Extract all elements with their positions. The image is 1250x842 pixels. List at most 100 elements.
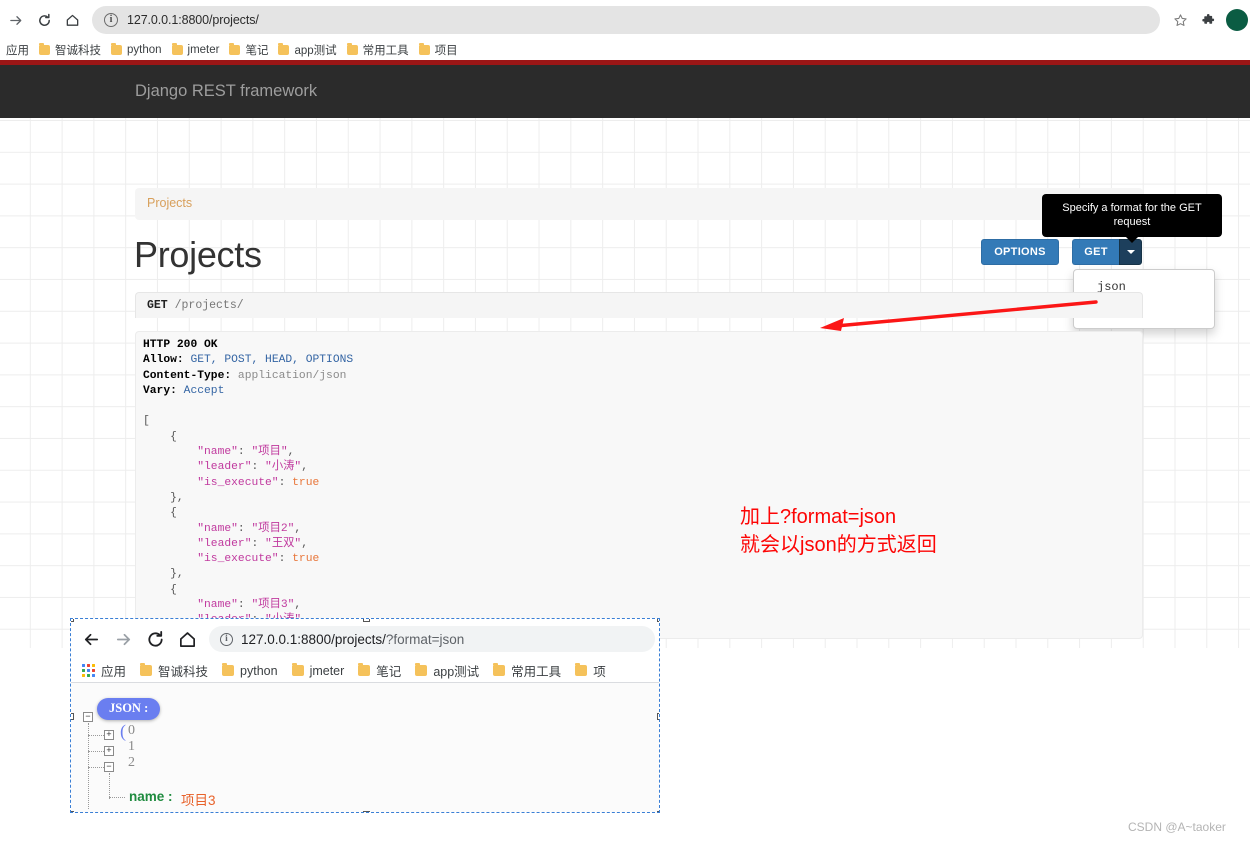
- folder-icon: [229, 43, 241, 55]
- screen-root: i 127.0.0.1:8800/projects/ 应用 智诚科技 pytho…: [0, 0, 1250, 842]
- folder-icon: [575, 663, 588, 676]
- bookmark-item[interactable]: 常用工具: [342, 41, 414, 59]
- bookmark-label: 应用: [101, 665, 127, 679]
- address-bar-url-query: ?format=json: [385, 631, 465, 647]
- bookmark-label: 常用工具: [511, 665, 562, 679]
- json-key-leader: "leader": [197, 461, 252, 474]
- request-line: GET /projects/: [147, 299, 244, 312]
- json-node-index-0: 0: [128, 723, 135, 738]
- tree-guide-line-child: [109, 773, 110, 799]
- folder-icon: [418, 43, 430, 55]
- json-node-index-1: 1: [128, 739, 135, 754]
- address-bar-url: 127.0.0.1:8800/projects/: [127, 13, 259, 27]
- home-icon[interactable]: [58, 6, 86, 34]
- screenshot-bookmarks-bar: 应用 智诚科技 python jmeter 笔记 app测试 常用工具 项: [71, 659, 659, 683]
- tree-branch-2: [88, 767, 104, 768]
- screenshot-address-bar[interactable]: i 127.0.0.1:8800/projects/?format=json: [209, 626, 655, 652]
- embedded-screenshot: i 127.0.0.1:8800/projects/?format=json 应…: [70, 618, 660, 813]
- folder-icon: [140, 663, 153, 676]
- bookmark-label: jmeter: [309, 663, 345, 678]
- resize-handle-ne[interactable]: [657, 619, 659, 622]
- reload-icon[interactable]: [139, 623, 171, 655]
- resize-handle-se[interactable]: [657, 811, 659, 812]
- bookmark-apps[interactable]: 应用: [75, 662, 133, 680]
- address-bar[interactable]: i 127.0.0.1:8800/projects/: [92, 6, 1160, 34]
- options-button[interactable]: OPTIONS: [981, 239, 1059, 265]
- folder-icon: [111, 43, 122, 55]
- resize-handle-n[interactable]: [363, 619, 370, 622]
- site-info-icon[interactable]: i: [104, 13, 118, 27]
- json-root-badge: JSON :: [97, 698, 161, 720]
- bookmark-item[interactable]: 笔记: [351, 662, 408, 680]
- screenshot-browser-toolbar: i 127.0.0.1:8800/projects/?format=json: [71, 619, 659, 659]
- annotation-line-1: 加上?format=json: [740, 506, 897, 528]
- json-node-toggle-2[interactable]: −: [104, 762, 114, 772]
- get-button[interactable]: GET: [1072, 239, 1119, 265]
- bookmarks-bar: 应用 智诚科技 python jmeter 笔记 app测试 常用工具 项目: [0, 40, 1250, 60]
- bookmark-label: 智诚科技: [158, 665, 209, 679]
- folder-icon: [222, 663, 235, 676]
- bookmark-item[interactable]: python: [106, 41, 167, 59]
- resize-handle-s[interactable]: [363, 811, 370, 812]
- header-content-type-value: application/json: [231, 369, 347, 382]
- folder-icon: [278, 43, 290, 55]
- back-arrow-icon[interactable]: [75, 623, 107, 655]
- json-value-is-execute-1: true: [292, 553, 320, 566]
- csdn-watermark: CSDN @A~taoker: [1128, 820, 1226, 834]
- bookmark-star-icon[interactable]: [1168, 8, 1192, 32]
- response-body: HTTP 200 OK Allow: GET, POST, HEAD, OPTI…: [143, 338, 354, 638]
- bookmark-label: 笔记: [376, 665, 402, 679]
- drf-brand-title[interactable]: Django REST framework: [135, 82, 317, 101]
- json-key-is-execute: "is_execute": [197, 476, 279, 489]
- bookmark-item[interactable]: 智诚科技: [133, 662, 215, 680]
- json-node-toggle-1[interactable]: +: [104, 746, 114, 756]
- bookmark-label: app测试: [433, 665, 480, 679]
- extensions-puzzle-icon[interactable]: [1196, 8, 1220, 32]
- folder-icon: [171, 43, 183, 55]
- forward-arrow-icon[interactable]: [2, 6, 30, 34]
- header-content-type-key: Content-Type:: [143, 369, 232, 382]
- breadcrumb-item-projects[interactable]: Projects: [147, 196, 192, 210]
- request-path: /projects/: [167, 299, 244, 312]
- bookmark-item[interactable]: 笔记: [224, 41, 273, 59]
- resize-handle-e[interactable]: [657, 713, 659, 720]
- bookmark-item[interactable]: 智诚科技: [34, 41, 106, 59]
- folder-icon: [358, 663, 371, 676]
- chevron-down-icon: [1126, 250, 1135, 254]
- resize-handle-w[interactable]: [71, 713, 74, 720]
- bookmark-item[interactable]: app测试: [408, 662, 486, 680]
- tree-branch-0: [88, 735, 104, 736]
- json-value-name-2: "项目3": [251, 599, 295, 612]
- reload-icon[interactable]: [30, 6, 58, 34]
- json-open-paren: (: [120, 721, 126, 741]
- address-bar-url-base: 127.0.0.1:8800/projects/: [241, 631, 386, 647]
- format-tooltip: Specify a format for the GET request: [1042, 194, 1222, 243]
- folder-icon: [39, 43, 50, 55]
- bookmark-item[interactable]: python: [215, 662, 285, 680]
- home-icon[interactable]: [171, 623, 203, 655]
- json-value-name-1: "项目2": [251, 522, 295, 535]
- forward-arrow-icon[interactable]: [107, 623, 139, 655]
- header-allow-value: GET, POST, HEAD, OPTIONS: [183, 354, 354, 367]
- json-node-toggle-0[interactable]: +: [104, 730, 114, 740]
- folder-icon: [346, 43, 358, 55]
- bookmark-item[interactable]: app测试: [273, 41, 341, 59]
- apps-grid-icon: [82, 664, 95, 677]
- bookmark-apps[interactable]: 应用: [1, 41, 34, 59]
- bookmark-item[interactable]: 项目: [414, 41, 463, 59]
- profile-avatar[interactable]: [1226, 9, 1248, 31]
- folder-icon: [291, 663, 304, 676]
- annotation-text: 加上?format=json 就会以json的方式返回: [740, 503, 937, 559]
- response-panel: HTTP 200 OK Allow: GET, POST, HEAD, OPTI…: [135, 331, 1143, 639]
- resize-handle-nw[interactable]: [71, 619, 74, 622]
- site-info-icon[interactable]: i: [220, 632, 233, 646]
- bookmark-label: 项目: [434, 45, 458, 57]
- bookmark-item[interactable]: jmeter: [167, 41, 225, 59]
- request-panel: GET /projects/: [135, 292, 1143, 318]
- bookmark-item[interactable]: jmeter: [285, 662, 352, 680]
- json-root-toggle[interactable]: −: [83, 712, 93, 722]
- bookmark-item[interactable]: 项: [568, 662, 613, 680]
- bookmark-item[interactable]: 常用工具: [486, 662, 568, 680]
- resize-handle-sw[interactable]: [71, 811, 74, 812]
- tree-branch-1: [88, 751, 104, 752]
